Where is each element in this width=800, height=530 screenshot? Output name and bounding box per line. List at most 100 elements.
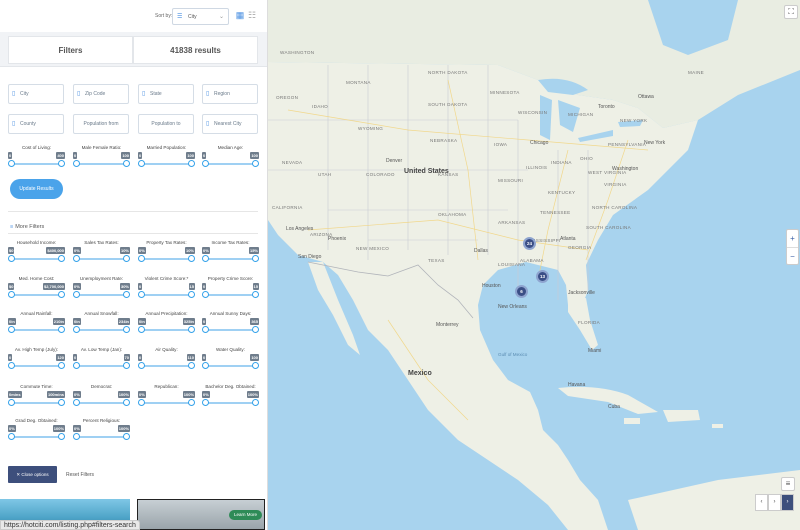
next-button[interactable]: › [768, 494, 781, 511]
range-slider[interactable]: Av. Low Temp (Jan): 0 70 [73, 347, 130, 373]
slider-min-handle[interactable] [138, 291, 145, 298]
range-slider[interactable]: Violent Crime Score:* 0 15 [138, 276, 195, 302]
more-filters-toggle[interactable]: ≡ More Filters [10, 224, 44, 230]
slider-min-handle[interactable] [202, 326, 209, 333]
range-slider[interactable]: Property Tax Rates: 0% 10% [138, 240, 195, 266]
slider-min-handle[interactable] [8, 160, 15, 167]
slider-min-handle[interactable] [8, 326, 15, 333]
slider-max-handle[interactable] [58, 399, 65, 406]
state-field[interactable]: ▯ State [138, 84, 194, 104]
slider-min-handle[interactable] [73, 326, 80, 333]
tab-results[interactable]: 41838 results [133, 36, 258, 64]
slider-min-handle[interactable] [202, 399, 209, 406]
zip-field[interactable]: ▯ Zip Code [73, 84, 129, 104]
map-cluster-marker[interactable]: 24 [523, 237, 536, 250]
slider-max-handle[interactable] [252, 326, 259, 333]
range-slider[interactable]: Annual Snowfall: 0in 234in [73, 311, 130, 337]
nearest-city-field[interactable]: ▯ Nearest City [202, 114, 258, 134]
slider-max-handle[interactable] [58, 160, 65, 167]
slider-min-handle[interactable] [202, 291, 209, 298]
menu-icon[interactable]: ≡ [781, 477, 795, 491]
range-slider[interactable]: Av. High Temp (July): 0 120 [8, 347, 65, 373]
range-slider[interactable]: Annual Rainfall: 0in 210in [8, 311, 65, 337]
slider-max-handle[interactable] [123, 433, 130, 440]
zoom-out-button[interactable]: − [787, 247, 798, 264]
slider-min-handle[interactable] [202, 160, 209, 167]
population-from-field[interactable]: Population from [73, 114, 129, 134]
slider-min-handle[interactable] [8, 255, 15, 262]
close-options-button[interactable]: ✕ Close options [8, 466, 57, 483]
range-slider[interactable]: Med. Home Cost: $0 $2,700,000 [8, 276, 65, 302]
range-slider[interactable]: Married Population: 0 100 [138, 145, 195, 171]
range-slider[interactable]: Democrat: 0% 100% [73, 384, 130, 410]
range-slider[interactable]: Water Quality: 0 100 [202, 347, 259, 373]
slider-min-handle[interactable] [73, 362, 80, 369]
slider-min-handle[interactable] [73, 291, 80, 298]
reset-filters-link[interactable]: Reset Filters [66, 472, 94, 478]
slider-min-handle[interactable] [73, 399, 80, 406]
slider-max-handle[interactable] [123, 326, 130, 333]
range-slider[interactable]: Republican: 0% 100% [138, 384, 195, 410]
slider-min-handle[interactable] [138, 326, 145, 333]
slider-min-handle[interactable] [202, 362, 209, 369]
slider-max-handle[interactable] [188, 326, 195, 333]
fullscreen-icon[interactable]: ⛶ [784, 5, 798, 19]
range-slider[interactable]: Grad Deg. Obtained: 0% 100% [8, 418, 65, 444]
slider-max-handle[interactable] [123, 399, 130, 406]
slider-min-handle[interactable] [138, 362, 145, 369]
slider-min-handle[interactable] [202, 255, 209, 262]
range-slider[interactable]: Sales Tax Rates: 0% 10% [73, 240, 130, 266]
slider-max-handle[interactable] [252, 399, 259, 406]
slider-max-handle[interactable] [252, 362, 259, 369]
range-slider[interactable]: Annual Sunny Days: 0 365 [202, 311, 259, 337]
active-page-button[interactable]: › [781, 494, 794, 511]
slider-max-handle[interactable] [188, 362, 195, 369]
slider-max-handle[interactable] [123, 255, 130, 262]
range-slider[interactable]: Annual Precipitation: 0in 325in [138, 311, 195, 337]
range-slider[interactable]: Percent Religious: 0% 100% [73, 418, 130, 444]
range-slider[interactable]: Commute Time: 0mins 100mins [8, 384, 65, 410]
range-slider[interactable]: Household Income: $0 $400,000 [8, 240, 65, 266]
map-cluster-marker[interactable]: 13 [536, 270, 549, 283]
slider-max-handle[interactable] [252, 160, 259, 167]
slider-min-handle[interactable] [8, 362, 15, 369]
slider-min-handle[interactable] [73, 433, 80, 440]
prev-button[interactable]: ‹ [755, 494, 768, 511]
range-slider[interactable]: Air Quality: 0 110 [138, 347, 195, 373]
region-field[interactable]: ▯ Region [202, 84, 258, 104]
slider-max-handle[interactable] [252, 255, 259, 262]
map-cluster-marker[interactable]: 6 [515, 285, 528, 298]
slider-max-handle[interactable] [188, 291, 195, 298]
map-view[interactable]: United States Mexico NORTH DAKOTA SOUTH … [268, 0, 800, 530]
range-slider[interactable]: Male Female Ratio: 0 100 [73, 145, 130, 171]
tab-filters[interactable]: Filters [8, 36, 133, 64]
slider-max-handle[interactable] [58, 326, 65, 333]
slider-min-handle[interactable] [8, 291, 15, 298]
sort-select[interactable]: ☰ City ⌄ [172, 8, 229, 25]
slider-max-handle[interactable] [188, 160, 195, 167]
list-view-icon[interactable]: ☷ [247, 10, 257, 20]
range-slider[interactable]: Bachelor Deg. Obtained: 0% 100% [202, 384, 259, 410]
range-slider[interactable]: Unemployment Rate: 0% 30% [73, 276, 130, 302]
slider-max-handle[interactable] [58, 362, 65, 369]
city-field[interactable]: ▯ City [8, 84, 64, 104]
slider-max-handle[interactable] [123, 160, 130, 167]
slider-max-handle[interactable] [188, 399, 195, 406]
slider-max-handle[interactable] [252, 291, 259, 298]
slider-min-handle[interactable] [73, 255, 80, 262]
population-to-field[interactable]: Population to [138, 114, 194, 134]
county-field[interactable]: ▯ County [8, 114, 64, 134]
slider-max-handle[interactable] [58, 255, 65, 262]
zoom-in-button[interactable]: + [787, 230, 798, 247]
range-slider[interactable]: Property Crime Score: 0 15 [202, 276, 259, 302]
range-slider[interactable]: Cost of Living: 0 400 [8, 145, 65, 171]
slider-min-handle[interactable] [138, 255, 145, 262]
range-slider[interactable]: Median Age: 0 100 [202, 145, 259, 171]
slider-max-handle[interactable] [123, 362, 130, 369]
grid-view-icon[interactable]: ▦ [235, 10, 245, 20]
slider-max-handle[interactable] [58, 291, 65, 298]
slider-max-handle[interactable] [58, 433, 65, 440]
slider-min-handle[interactable] [138, 399, 145, 406]
slider-min-handle[interactable] [138, 160, 145, 167]
slider-min-handle[interactable] [73, 160, 80, 167]
